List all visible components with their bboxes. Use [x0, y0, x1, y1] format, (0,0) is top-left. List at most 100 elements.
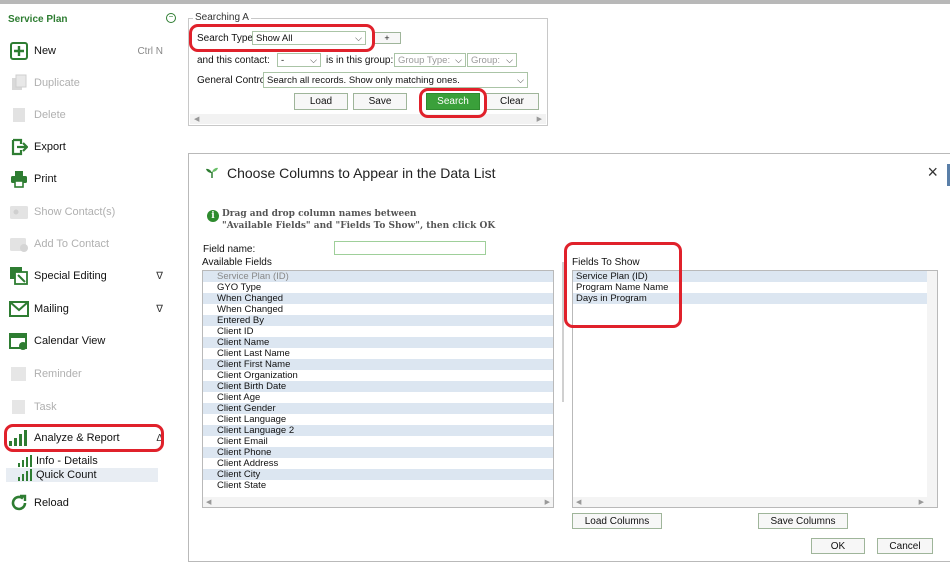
search-panel-scrollbar[interactable]: ◀ ▶: [190, 114, 546, 124]
sidebar-item-new[interactable]: New Ctrl N: [8, 38, 163, 64]
available-field-item[interactable]: Client State: [203, 480, 553, 491]
dialog-title: Choose Columns to Appear in the Data Lis…: [227, 165, 496, 181]
available-field-item[interactable]: Client Organization: [203, 370, 553, 381]
collapse-icon[interactable]: −: [166, 13, 176, 23]
reminder-icon: [8, 364, 30, 384]
sidebar-item-label: New: [34, 45, 57, 57]
available-field-item[interactable]: Client Language: [203, 414, 553, 425]
sidebar-item-special-editing[interactable]: Special Editing ∇: [8, 263, 163, 289]
instruction-line-1: Drag and drop column names between: [222, 209, 417, 219]
expand-caret-icon[interactable]: ∇: [156, 304, 163, 315]
sprout-icon: [205, 165, 219, 181]
available-field-item[interactable]: GYO Type: [203, 282, 553, 293]
sidebar-subitem-quick-count[interactable]: Quick Count: [6, 468, 158, 482]
reload-icon: [8, 493, 30, 513]
available-field-item[interactable]: Client ID: [203, 326, 553, 337]
load-button[interactable]: Load: [294, 93, 348, 110]
available-field-item[interactable]: Service Plan (ID): [203, 271, 553, 282]
sidebar-item-delete[interactable]: Delete: [8, 102, 163, 128]
plus-box-icon: [8, 41, 30, 61]
fields-to-show-hscroll[interactable]: ◀ ▶: [573, 497, 927, 507]
available-field-item[interactable]: When Changed: [203, 304, 553, 315]
sidebar-item-reload[interactable]: Reload: [8, 490, 163, 516]
sidebar-item-add-to-contact[interactable]: Add To Contact: [8, 231, 163, 257]
contact-card-icon: [8, 202, 30, 222]
sidebar-item-print[interactable]: Print: [8, 166, 163, 192]
available-field-item[interactable]: Client Birth Date: [203, 381, 553, 392]
available-field-item[interactable]: Client Email: [203, 436, 553, 447]
sidebar-item-label: Reminder: [34, 368, 82, 380]
available-field-item[interactable]: Client Age: [203, 392, 553, 403]
save-button[interactable]: Save: [353, 93, 407, 110]
instruction-line-2: "Available Fields" and "Fields To Show",…: [222, 221, 496, 231]
export-icon: [8, 137, 30, 157]
available-field-item[interactable]: Client Name: [203, 337, 553, 348]
mini-chart-icon: [18, 469, 32, 481]
sidebar-item-label: Export: [34, 141, 66, 153]
special-edit-icon: [8, 266, 30, 286]
calendar-icon: [8, 331, 30, 351]
sidebar-item-label: Add To Contact: [34, 238, 110, 250]
sidebar-item-label: Reload: [34, 497, 69, 509]
sidebar-item-mailing[interactable]: Mailing ∇: [8, 296, 163, 322]
sidebar-subitem-label: Quick Count: [36, 469, 97, 481]
choose-columns-dialog: Choose Columns to Appear in the Data Lis…: [188, 153, 950, 562]
sidebar-item-export[interactable]: Export: [8, 134, 163, 160]
field-name-label: Field name:: [203, 244, 256, 255]
sidebar-subitem-info-details[interactable]: Info - Details: [6, 454, 158, 468]
sidebar-item-label: Special Editing: [34, 270, 107, 282]
group-label: is in this group:: [326, 55, 394, 66]
ok-button[interactable]: OK: [811, 538, 865, 554]
sidebar-subitem-label: Info - Details: [36, 455, 98, 467]
group-type-select[interactable]: Group Type: ⌵: [394, 53, 466, 67]
sidebar-item-label: Task: [34, 401, 57, 413]
available-field-item[interactable]: Entered By: [203, 315, 553, 326]
chevron-down-icon: ⌵: [506, 54, 513, 65]
contact-label: and this contact:: [197, 55, 270, 66]
search-panel-legend: Searching A: [193, 12, 251, 23]
group-type-placeholder: Group Type:: [398, 54, 451, 66]
sidebar-item-task[interactable]: Task: [8, 394, 163, 420]
add-criteria-button[interactable]: +: [373, 32, 401, 44]
delete-icon: [8, 105, 30, 125]
save-columns-button[interactable]: Save Columns: [758, 513, 848, 529]
general-control-value: Search all records. Show only matching o…: [267, 74, 460, 86]
available-field-item[interactable]: Client Phone: [203, 447, 553, 458]
sidebar: Service Plan − New Ctrl N Duplicate Dele…: [0, 4, 176, 562]
sidebar-item-label: Show Contact(s): [34, 206, 116, 218]
fields-to-show-vscroll[interactable]: [927, 271, 937, 507]
shortcut-text: Ctrl N: [137, 45, 163, 57]
add-contact-icon: [8, 234, 30, 254]
available-fields-hscroll[interactable]: ◀ ▶: [203, 497, 553, 507]
available-field-item[interactable]: Client Address: [203, 458, 553, 469]
sidebar-item-show-contacts[interactable]: Show Contact(s): [8, 199, 163, 225]
highlight-search-button: [419, 88, 487, 118]
group-select[interactable]: Group: ⌵: [467, 53, 517, 67]
sidebar-item-label: Mailing: [34, 303, 69, 315]
close-icon[interactable]: ×: [927, 162, 938, 183]
contact-select[interactable]: - ⌵: [277, 53, 321, 67]
available-field-item[interactable]: When Changed: [203, 293, 553, 304]
field-name-input[interactable]: [334, 241, 486, 255]
info-icon: i: [207, 210, 219, 222]
sidebar-item-calendar-view[interactable]: Calendar View: [8, 328, 163, 354]
duplicate-icon: [8, 73, 30, 93]
clear-button[interactable]: Clear: [485, 93, 539, 110]
highlight-search-type: [189, 24, 375, 52]
available-fields-list[interactable]: Service Plan (ID) GYO Type When Changed Whe…: [202, 270, 554, 508]
sidebar-item-label: Duplicate: [34, 77, 80, 89]
sidebar-item-reminder[interactable]: Reminder: [8, 361, 163, 387]
available-field-item[interactable]: Client Language 2: [203, 425, 553, 436]
sidebar-item-duplicate[interactable]: Duplicate: [8, 70, 163, 96]
expand-caret-icon[interactable]: ∇: [156, 271, 163, 282]
cancel-button[interactable]: Cancel: [877, 538, 933, 554]
sidebar-item-label: Calendar View: [34, 335, 106, 347]
available-field-item[interactable]: Client First Name: [203, 359, 553, 370]
load-columns-button[interactable]: Load Columns: [572, 513, 662, 529]
contact-value: -: [281, 54, 285, 66]
general-control-select[interactable]: Search all records. Show only matching o…: [263, 72, 528, 88]
available-field-item[interactable]: Client Last Name: [203, 348, 553, 359]
sidebar-item-label: Delete: [34, 109, 66, 121]
available-field-item[interactable]: Client Gender: [203, 403, 553, 414]
available-field-item[interactable]: Client City: [203, 469, 553, 480]
